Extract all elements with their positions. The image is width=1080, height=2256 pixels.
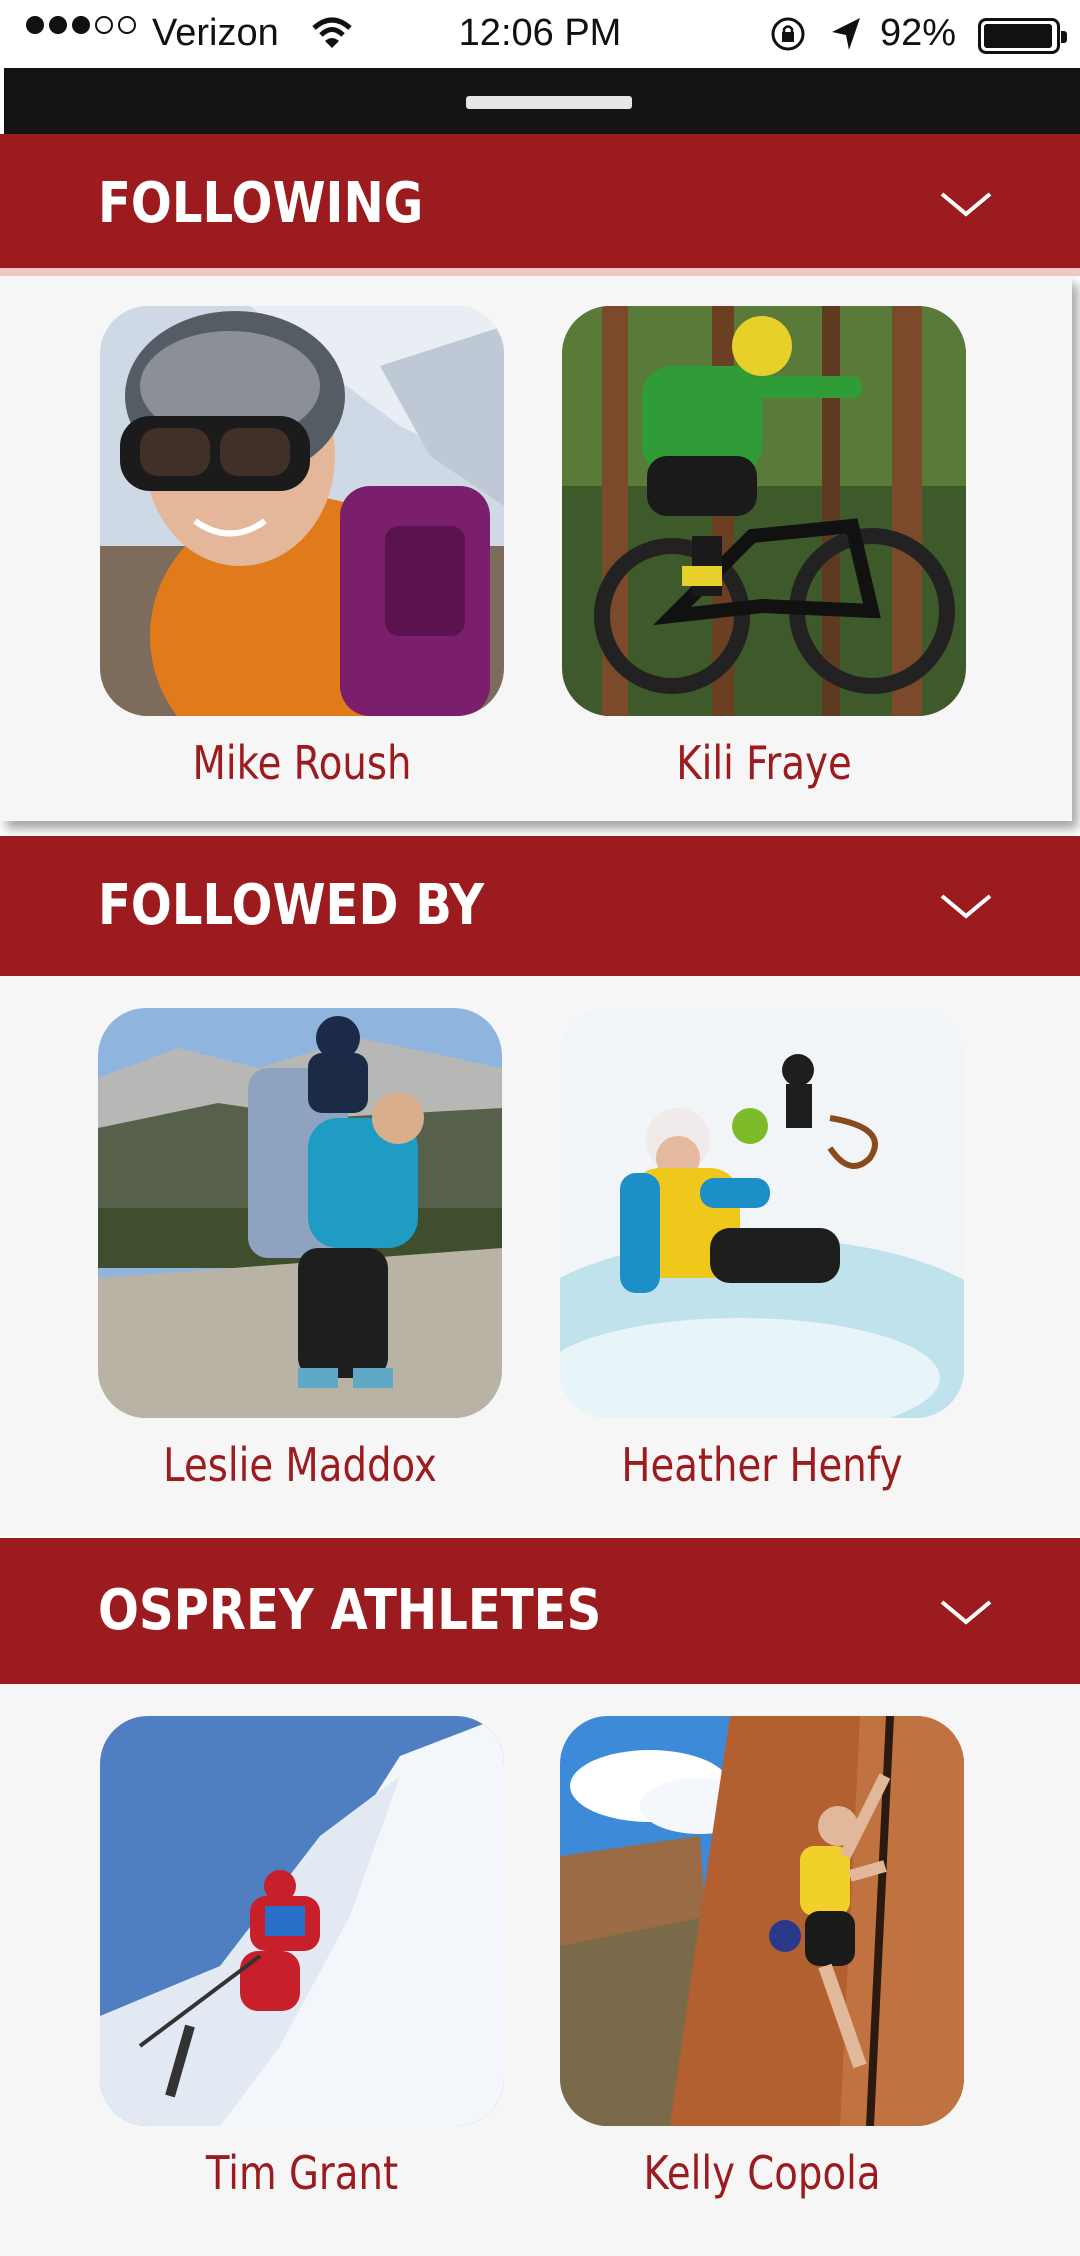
osprey-athletes-list: Tim Grant Kelly Copola <box>0 1684 1080 2256</box>
status-bar: Verizon 12:06 PM 92% <box>0 0 1080 68</box>
section-title: OSPREY ATHLETES <box>98 1578 602 1643</box>
profile-photo[interactable] <box>98 1008 502 1418</box>
person-name[interactable]: Heather Henfy <box>559 1438 966 1492</box>
person-name[interactable]: Kelly Copola <box>559 2146 966 2200</box>
location-arrow-icon <box>832 18 860 50</box>
profile-photo[interactable] <box>560 1716 964 2126</box>
drawer-header <box>4 68 1080 134</box>
chevron-down-icon[interactable] <box>938 184 994 224</box>
chevron-down-icon[interactable] <box>938 1592 994 1632</box>
person-name[interactable]: Leslie Maddox <box>97 1438 504 1492</box>
profile-photo[interactable] <box>560 1008 964 1418</box>
profile-photo[interactable] <box>100 1716 504 2126</box>
drawer-handle[interactable] <box>466 96 632 109</box>
person-name[interactable]: Tim Grant <box>99 2146 506 2200</box>
section-title: FOLLOWED BY <box>98 873 485 938</box>
profile-photo[interactable] <box>562 306 966 716</box>
following-list: Mike Roush Kili Fraye <box>0 276 1072 821</box>
chevron-down-icon[interactable] <box>938 886 994 926</box>
rotation-lock-icon <box>771 17 805 51</box>
battery-percentage: 92% <box>880 12 957 54</box>
person-name[interactable]: Kili Fraye <box>561 736 968 790</box>
section-divider <box>0 268 1080 276</box>
section-header-following[interactable]: FOLLOWING <box>0 134 1080 274</box>
followed-by-list: Leslie Maddox Heather Henfy <box>0 976 1080 1536</box>
section-header-osprey-athletes[interactable]: OSPREY ATHLETES <box>0 1538 1080 1684</box>
section-title: FOLLOWING <box>98 171 424 236</box>
section-header-followed-by[interactable]: FOLLOWED BY <box>0 836 1080 976</box>
person-name[interactable]: Mike Roush <box>99 736 506 790</box>
profile-photo[interactable] <box>100 306 504 716</box>
battery-icon <box>978 18 1067 54</box>
